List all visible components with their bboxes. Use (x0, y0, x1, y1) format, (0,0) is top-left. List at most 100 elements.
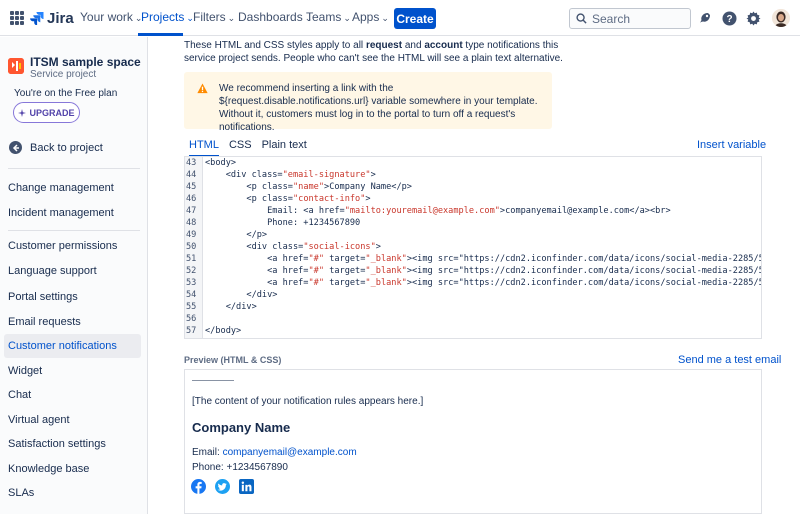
line-number: 52 (186, 266, 197, 276)
svg-text:?: ? (726, 14, 732, 25)
tab-plain-text[interactable]: Plain text (262, 139, 307, 155)
sidebar-item-chat[interactable]: Chat (4, 383, 141, 407)
editor-tabs: HTML CSS Plain text (189, 139, 317, 157)
line-number: 47 (186, 206, 197, 216)
plan-text: You're on the Free plan (14, 88, 118, 99)
code-text: <a href="#" target="_blank"><img src="ht… (205, 278, 762, 288)
warning-text: We recommend inserting a link with the $… (219, 83, 538, 133)
intro-part: These HTML and CSS styles apply to all (184, 40, 366, 51)
sidebar-item-customer-permissions[interactable]: Customer permissions (4, 234, 141, 258)
chevron-down-icon: ⌄ (227, 13, 236, 23)
warning-banner: We recommend inserting a link with the $… (184, 72, 552, 133)
line-number: 48 (186, 218, 197, 228)
intro-text: These HTML and CSS styles apply to all r… (184, 39, 564, 65)
nav-label: Teams (306, 10, 342, 24)
code-text: <div class="social-icons"> (205, 242, 381, 252)
tab-html[interactable]: HTML (189, 139, 219, 157)
line-number: 46 (186, 194, 197, 204)
sidebar-item-email-requests[interactable]: Email requests (4, 310, 141, 334)
line-number: 49 (186, 230, 197, 240)
preview-label: Preview (HTML & CSS) (184, 355, 282, 365)
back-to-project-link[interactable]: Back to project (9, 141, 103, 154)
code-text: <a href="#" target="_blank"><img src="ht… (205, 254, 762, 264)
line-number: 44 (186, 170, 197, 180)
nav-label: Dashboards (238, 10, 303, 24)
preview-content-note: [The content of your notification rules … (192, 396, 424, 407)
nav-teams[interactable]: Teams ⌄ (306, 10, 351, 24)
code-text: <div class="email-signature"> (205, 170, 376, 180)
sidebar-item-portal-settings[interactable]: Portal settings (4, 285, 141, 309)
preview-email-link[interactable]: companyemail@example.com (223, 447, 357, 458)
sidebar-item-satisfaction-settings[interactable]: Satisfaction settings (4, 432, 141, 456)
arrow-left-icon (9, 141, 22, 154)
search-icon (576, 13, 587, 24)
nav-label: Filters (193, 10, 226, 24)
back-label: Back to project (30, 141, 103, 154)
preview-phone: Phone: +1234567890 (192, 462, 288, 473)
nav-label: Your work (80, 10, 133, 24)
line-number: 57 (186, 326, 197, 336)
sidebar-item-virtual-agent[interactable]: Virtual agent (4, 408, 141, 432)
project-name[interactable]: ITSM sample space (30, 55, 141, 69)
nav-your-work[interactable]: Your work ⌄ (80, 10, 142, 24)
intro-part: and (402, 40, 425, 51)
search-box[interactable] (569, 8, 691, 29)
code-text: </body> (205, 326, 242, 336)
code-text: Email: <a href="mailto:youremail@example… (205, 206, 671, 216)
code-text: <a href="#" target="_blank"><img src="ht… (205, 266, 762, 276)
line-number: 53 (186, 278, 197, 288)
preview-company-name: Company Name (192, 420, 291, 435)
intro-bold-account: account (424, 40, 463, 51)
linkedin-icon[interactable] (239, 479, 254, 494)
sidebar-item-knowledge-base[interactable]: Knowledge base (4, 457, 141, 481)
user-avatar[interactable] (772, 9, 790, 27)
jira-logo-icon (30, 12, 44, 25)
code-text: </p> (205, 230, 268, 240)
search-input[interactable] (592, 11, 682, 26)
sparkle-icon (18, 108, 27, 117)
preview-email-label: Email: (192, 447, 223, 458)
code-text: </div> (205, 290, 278, 300)
sidebar-divider (8, 230, 140, 231)
warning-icon (197, 83, 208, 94)
sidebar-item-language-support[interactable]: Language support (4, 259, 141, 283)
project-avatar-icon (8, 58, 24, 74)
send-test-email-link[interactable]: Send me a test email (678, 354, 781, 366)
app-switcher-icon[interactable] (10, 11, 24, 25)
top-navigation: Jira Your work ⌄ Projects ⌄ Filters ⌄ Dashb… (0, 0, 800, 36)
create-button[interactable]: Create (394, 8, 436, 29)
code-text: <body> (205, 158, 237, 168)
sidebar-item-customer-notifications[interactable]: Customer notifications (4, 334, 141, 358)
nav-filters[interactable]: Filters ⌄ (193, 10, 235, 24)
intro-bold-request: request (365, 40, 403, 51)
sidebar-divider (8, 168, 140, 169)
help-icon[interactable]: ? (721, 10, 737, 26)
preview-panel: [The content of your notification rules … (184, 369, 762, 514)
tab-css[interactable]: CSS (229, 139, 252, 155)
sidebar-item-widget[interactable]: Widget (4, 359, 141, 383)
line-number: 51 (186, 254, 197, 264)
sidebar-item-slas[interactable]: SLAs (4, 481, 141, 505)
sidebar-item-change-management[interactable]: Change management (4, 176, 141, 200)
nav-projects[interactable]: Projects ⌄ (141, 10, 194, 24)
insert-variable-link[interactable]: Insert variable (697, 139, 766, 151)
code-text: <p class="contact-info"> (205, 194, 371, 204)
line-number: 43 (186, 158, 197, 168)
line-number: 54 (186, 290, 197, 300)
settings-gear-icon[interactable] (745, 10, 761, 26)
nav-dashboards[interactable]: Dashboards ⌄ (238, 10, 312, 24)
chevron-down-icon: ⌄ (343, 13, 351, 23)
preview-divider (192, 380, 234, 381)
jira-logo[interactable]: Jira (30, 9, 74, 27)
active-nav-indicator (138, 33, 183, 36)
upgrade-button[interactable]: UPGRADE (13, 102, 80, 123)
code-editor[interactable]: 43 <body> 44 <div class="email-signature">… (184, 156, 762, 339)
upgrade-label: UPGRADE (29, 107, 75, 118)
twitter-icon[interactable] (215, 479, 230, 494)
code-text: Phone: +1234567890 (205, 218, 361, 228)
nav-apps[interactable]: Apps ⌄ (352, 10, 389, 24)
facebook-icon[interactable] (191, 479, 206, 494)
sidebar-item-incident-management[interactable]: Incident management (4, 201, 141, 225)
notifications-icon[interactable] (697, 10, 713, 26)
preview-email-line: Email: companyemail@example.com (192, 447, 357, 458)
